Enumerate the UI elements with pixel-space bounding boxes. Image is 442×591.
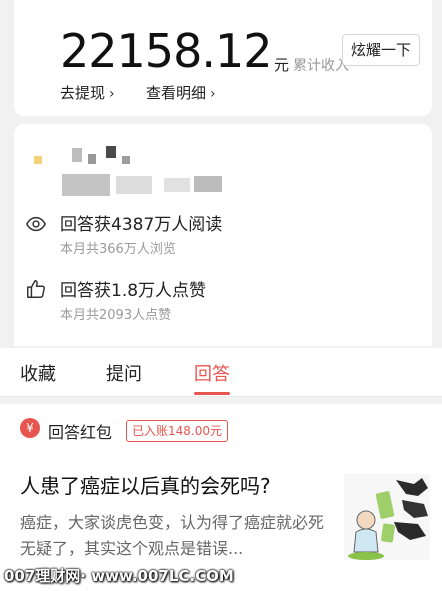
tab-answers[interactable]: 回答 [194, 360, 230, 386]
earnings-card: 22158.12 元 累计收入 炫耀一下 去提现 › 查看明细 › [14, 0, 432, 116]
monthly-likes-text: 本月共2093人点赞 [60, 308, 172, 323]
withdraw-link[interactable]: 去提现 › [60, 82, 115, 103]
cartoon-illustration [344, 474, 430, 560]
active-tab-indicator [194, 392, 230, 395]
site-watermark: 007理财网· www.007LC.COM [4, 567, 234, 585]
answer-excerpt[interactable]: 癌症，大家谈虎色变，认为得了癌症就必死无疑了，其实这个观点是错误... [20, 510, 332, 562]
credited-badge: 已入账148.00元 [126, 420, 228, 442]
cumulative-income-label: 累计收入 [293, 58, 349, 74]
eye-icon [25, 216, 47, 232]
answer-thumbnail[interactable] [344, 474, 430, 560]
tab-questions[interactable]: 提问 [106, 360, 142, 386]
total-reads-text: 回答获4387万人阅读 [60, 215, 223, 235]
question-title[interactable]: 人患了癌症以后真的会死吗? [20, 470, 271, 499]
content-tabs: 收藏 提问 回答 [0, 348, 442, 397]
withdraw-label: 去提现 [60, 84, 106, 102]
total-earnings-amount: 22158.12 [60, 24, 272, 78]
red-packet-icon: ¥ [20, 418, 40, 438]
stats-card: 回答获4387万人阅读 本月共366万人浏览 回答获1.8万人点赞 本月共209… [14, 124, 432, 346]
view-details-link[interactable]: 查看明细 › [146, 82, 216, 103]
currency-unit: 元 [274, 56, 290, 74]
chevron-right-icon: › [210, 86, 216, 102]
thumbs-up-icon [27, 280, 45, 298]
view-details-label: 查看明细 [146, 84, 207, 102]
chevron-right-icon: › [109, 86, 115, 102]
monthly-views-text: 本月共366万人浏览 [60, 242, 176, 257]
red-packet-label: 回答红包 [48, 423, 113, 442]
total-likes-text: 回答获1.8万人点赞 [60, 281, 207, 301]
show-off-button[interactable]: 炫耀一下 [342, 34, 420, 66]
answer-feed-item[interactable]: ¥ 回答红包 已入账148.00元 人患了癌症以后真的会死吗? 癌症，大家谈虎色… [0, 404, 442, 591]
tab-favorites[interactable]: 收藏 [20, 360, 56, 386]
